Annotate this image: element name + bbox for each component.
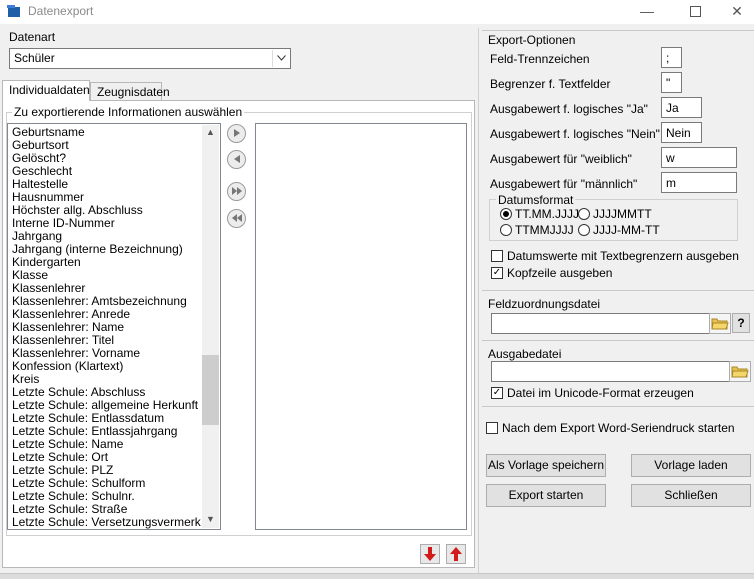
- ausgabedatei-browse-button[interactable]: [729, 361, 751, 382]
- list-scrollbar[interactable]: ▲ ▼: [202, 125, 219, 528]
- tab-individualdaten[interactable]: Individualdaten: [2, 80, 90, 101]
- section-divider: [482, 30, 754, 31]
- ausgabedatei-input[interactable]: [491, 361, 751, 382]
- datumsformat-title: Datumsformat: [496, 193, 576, 207]
- app-icon: [7, 5, 20, 17]
- list-item[interactable]: Letzte Schule: Versetzungsvermerk: [12, 516, 201, 529]
- move-all-right-button[interactable]: [227, 182, 246, 201]
- double-arrow-left-icon: [231, 214, 242, 222]
- export-options-title: Export-Optionen: [488, 33, 576, 47]
- section-divider: [482, 340, 754, 341]
- weiblich-label: Ausgabewert für "weiblich": [490, 152, 632, 166]
- selection-group-title: Zu exportierende Informationen auswählen: [12, 105, 245, 119]
- chk-datum-textbegrenzer[interactable]: [491, 250, 503, 262]
- close-window-button[interactable]: ✕: [720, 3, 754, 21]
- textbegrenzer-input[interactable]: ": [661, 72, 682, 93]
- section-divider: [482, 406, 754, 407]
- start-export-button[interactable]: Export starten: [486, 484, 606, 507]
- radio-ttmmjjjj[interactable]: [500, 224, 512, 236]
- radio-tt-mm-jjjj[interactable]: [500, 208, 512, 220]
- maximize-icon: [689, 6, 701, 17]
- arrow-right-icon: [233, 129, 240, 137]
- load-template-button[interactable]: Vorlage laden: [631, 454, 751, 477]
- chk-word-seriendruck-label: Nach dem Export Word-Seriendruck starten: [502, 421, 735, 435]
- double-arrow-right-icon: [231, 187, 242, 195]
- feld-trennzeichen-input[interactable]: ;: [661, 47, 682, 68]
- maximize-button[interactable]: [672, 3, 718, 21]
- datenart-value: Schüler: [14, 51, 55, 65]
- logisch-nein-input[interactable]: Nein: [661, 122, 702, 143]
- feldzuordnung-browse-button[interactable]: [709, 313, 731, 334]
- scroll-thumb[interactable]: [202, 355, 219, 425]
- maennlich-input[interactable]: m: [661, 172, 737, 193]
- logisch-ja-input[interactable]: Ja: [661, 97, 702, 118]
- save-template-button[interactable]: Als Vorlage speichern: [486, 454, 606, 477]
- status-bar: [0, 573, 754, 579]
- feldzuordnung-title: Feldzuordnungsdatei: [488, 297, 601, 311]
- minimize-button[interactable]: —: [624, 3, 670, 21]
- selected-fields-list[interactable]: [255, 123, 467, 530]
- close-button[interactable]: Schließen: [631, 484, 751, 507]
- radio-tt-mm-jjjj-label: TT.MM.JJJJ: [515, 207, 579, 221]
- maennlich-label: Ausgabewert für "männlich": [490, 177, 638, 191]
- radio-jjjjmmtt[interactable]: [578, 208, 590, 220]
- chevron-down-icon[interactable]: [272, 50, 289, 67]
- textbegrenzer-label: Begrenzer f. Textfelder: [490, 77, 611, 91]
- chk-unicode-label: Datei im Unicode-Format erzeugen: [507, 386, 694, 400]
- arrow-left-icon: [233, 155, 240, 163]
- logisch-nein-label: Ausgabewert f. logisches "Nein": [490, 127, 660, 141]
- arrow-down-icon: [424, 547, 436, 561]
- ausgabedatei-title: Ausgabedatei: [488, 347, 562, 361]
- radio-jjjj-mm-tt[interactable]: [578, 224, 590, 236]
- feld-trennzeichen-label: Feld-Trennzeichen: [490, 52, 590, 66]
- section-divider: [482, 290, 754, 291]
- datenart-select[interactable]: Schüler: [9, 48, 291, 69]
- chk-kopfzeile[interactable]: ✓: [491, 267, 503, 279]
- scroll-down-icon[interactable]: ▼: [202, 514, 219, 528]
- datenart-label: Datenart: [9, 30, 56, 44]
- chk-unicode[interactable]: ✓: [491, 387, 503, 399]
- radio-jjjj-mm-tt-label: JJJJ-MM-TT: [593, 223, 660, 237]
- feldzuordnung-input[interactable]: [491, 313, 731, 334]
- move-up-button[interactable]: [446, 544, 466, 564]
- scroll-up-icon[interactable]: ▲: [202, 127, 219, 141]
- logisch-ja-label: Ausgabewert f. logisches "Ja": [490, 102, 648, 116]
- folder-icon: [731, 366, 749, 378]
- radio-ttmmjjjj-label: TTMMJJJJ: [515, 223, 574, 237]
- weiblich-input[interactable]: w: [661, 147, 737, 168]
- chk-kopfzeile-label: Kopfzeile ausgeben: [507, 266, 613, 280]
- chk-datum-textbegrenzer-label: Datumswerte mit Textbegrenzern ausgeben: [507, 249, 739, 263]
- arrow-up-icon: [450, 547, 462, 561]
- move-right-button[interactable]: [227, 124, 246, 143]
- radio-jjjjmmtt-label: JJJJMMTT: [593, 207, 652, 221]
- chk-word-seriendruck[interactable]: [486, 422, 498, 434]
- move-all-left-button[interactable]: [227, 209, 246, 228]
- move-left-button[interactable]: [227, 150, 246, 169]
- tab-zeugnisdaten[interactable]: Zeugnisdaten: [90, 82, 170, 101]
- help-button[interactable]: ?: [732, 313, 750, 333]
- window-title: Datenexport: [28, 4, 94, 18]
- available-fields-list[interactable]: Geburtsname Geburtsort Gelöscht? Geschlecht…: [7, 123, 221, 530]
- move-down-button[interactable]: [420, 544, 440, 564]
- folder-icon: [711, 318, 729, 330]
